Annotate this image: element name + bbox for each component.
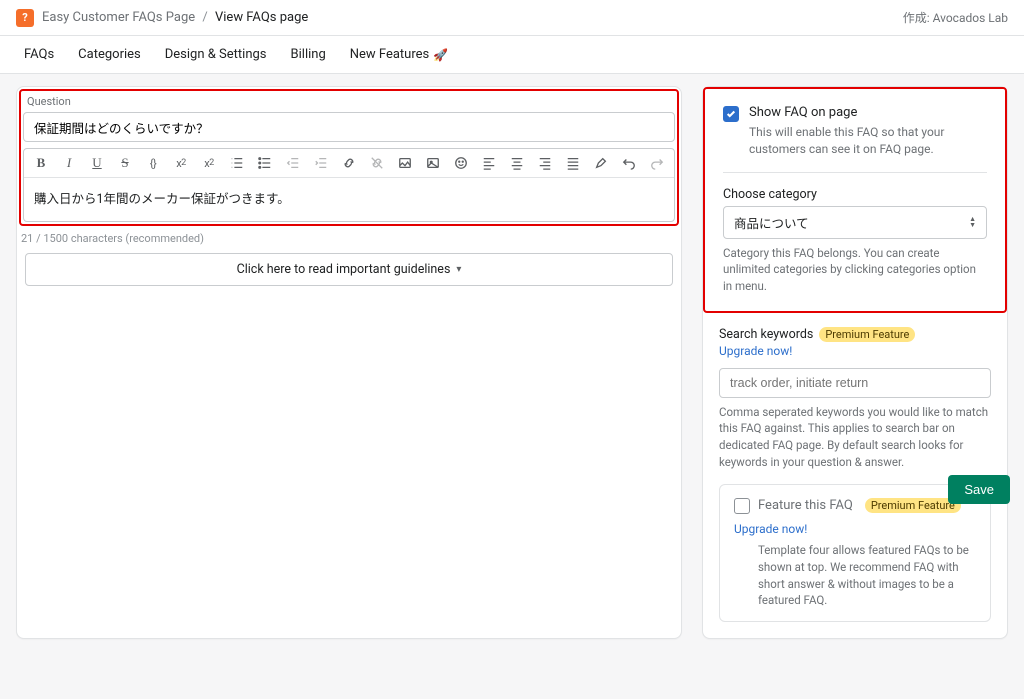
image-frame-icon[interactable] — [396, 154, 414, 172]
tab-billing[interactable]: Billing — [291, 47, 326, 62]
search-keywords-input[interactable] — [719, 368, 991, 398]
tab-design-settings[interactable]: Design & Settings — [165, 47, 267, 62]
feature-faq-help: Template four allows featured FAQs to be… — [734, 542, 976, 609]
feature-faq-checkbox[interactable] — [734, 498, 750, 514]
superscript-icon[interactable]: x2 — [172, 154, 190, 172]
align-justify-icon[interactable] — [564, 154, 582, 172]
align-left-icon[interactable] — [480, 154, 498, 172]
rocket-icon: 🚀 — [433, 48, 448, 62]
faq-editor-panel: Question B I U S {} x2 x2 — [16, 86, 682, 639]
unlink-icon[interactable] — [368, 154, 386, 172]
show-on-page-checkbox[interactable] — [723, 106, 739, 122]
italic-icon[interactable]: I — [60, 154, 78, 172]
page-title: View FAQs page — [215, 10, 308, 25]
ordered-list-icon[interactable] — [228, 154, 246, 172]
show-on-page-label: Show FAQ on page — [749, 105, 987, 120]
question-label: Question — [23, 93, 675, 112]
link-icon[interactable] — [340, 154, 358, 172]
redo-icon[interactable] — [648, 154, 666, 172]
undo-icon[interactable] — [620, 154, 638, 172]
chevron-down-icon: ▾ — [456, 264, 461, 275]
answer-body[interactable]: 購入日から1年間のメーカー保証がつきます。 — [24, 178, 674, 221]
show-on-page-help: This will enable this FAQ so that your c… — [749, 124, 987, 158]
align-right-icon[interactable] — [536, 154, 554, 172]
code-braces-icon[interactable]: {} — [144, 154, 162, 172]
breadcrumb: Easy Customer FAQs Page / View FAQs page — [42, 10, 308, 25]
save-button[interactable]: Save — [948, 475, 1010, 504]
emoji-icon[interactable] — [452, 154, 470, 172]
unordered-list-icon[interactable] — [256, 154, 274, 172]
indent-icon[interactable] — [312, 154, 330, 172]
guidelines-button[interactable]: Click here to read important guidelines … — [25, 253, 673, 286]
feature-faq-label: Feature this FAQ — [758, 498, 853, 513]
upgrade-link[interactable]: Upgrade now! — [734, 522, 807, 536]
premium-badge: Premium Feature — [865, 498, 961, 513]
question-input[interactable] — [23, 112, 675, 142]
faq-settings-panel: Show FAQ on page This will enable this F… — [702, 86, 1008, 639]
category-label: Choose category — [723, 187, 987, 202]
tabs: FAQs Categories Design & Settings Billin… — [0, 36, 1024, 74]
app-icon: ? — [16, 9, 34, 27]
strike-icon[interactable]: S — [116, 154, 134, 172]
select-caret-icon: ▲▼ — [969, 216, 976, 228]
search-keywords-label: Search keywords Premium Feature Upgrade … — [719, 327, 991, 358]
search-keywords-help: Comma seperated keywords you would like … — [719, 404, 991, 471]
outdent-icon[interactable] — [284, 154, 302, 172]
category-help: Category this FAQ belongs. You can creat… — [723, 245, 987, 295]
category-select[interactable]: 商品について ▲▼ — [723, 206, 987, 239]
premium-badge: Premium Feature — [819, 327, 915, 342]
tab-faqs[interactable]: FAQs — [24, 47, 54, 62]
tab-categories[interactable]: Categories — [78, 47, 141, 62]
image-icon[interactable] — [424, 154, 442, 172]
answer-editor: B I U S {} x2 x2 — [23, 148, 675, 222]
app-name[interactable]: Easy Customer FAQs Page — [42, 10, 195, 25]
underline-icon[interactable]: U — [88, 154, 106, 172]
align-center-icon[interactable] — [508, 154, 526, 172]
highlighter-icon[interactable] — [592, 154, 610, 172]
bold-icon[interactable]: B — [32, 154, 50, 172]
author-credit: 作成: Avocados Lab — [903, 9, 1008, 26]
upgrade-link[interactable]: Upgrade now! — [719, 344, 792, 358]
tab-new-features[interactable]: New Features 🚀 — [350, 47, 448, 62]
subscript-icon[interactable]: x2 — [200, 154, 218, 172]
char-count: 21 / 1500 characters (recommended) — [17, 226, 681, 253]
editor-toolbar: B I U S {} x2 x2 — [24, 149, 674, 178]
